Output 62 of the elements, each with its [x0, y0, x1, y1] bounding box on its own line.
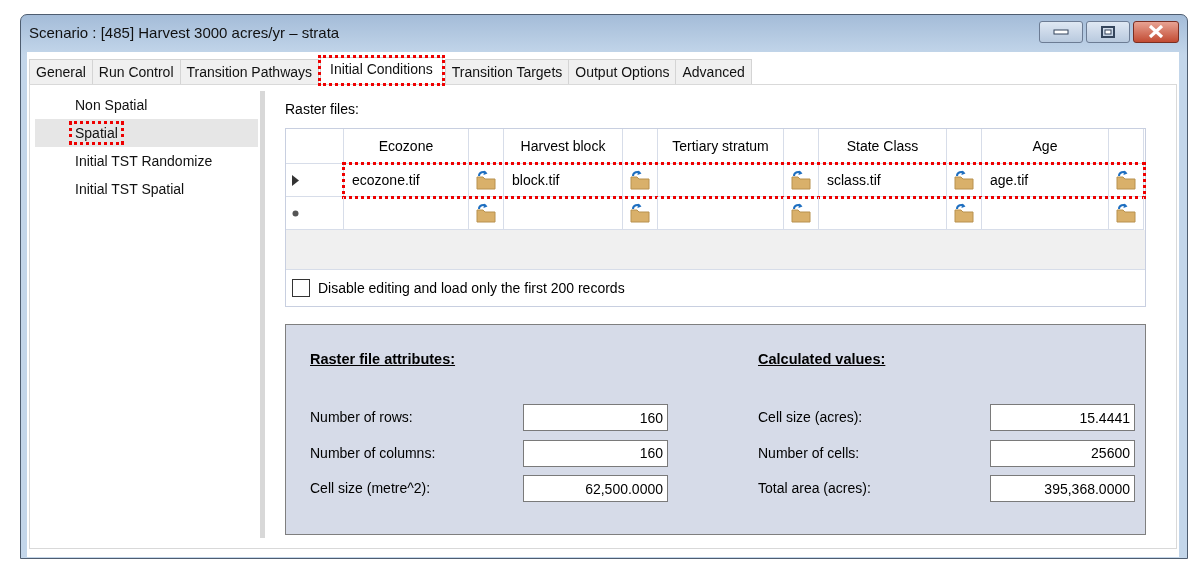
table-cell: sclass.tif	[819, 164, 947, 197]
tab[interactable]: Initial Conditions	[320, 57, 443, 84]
column-header: State Class	[819, 129, 947, 164]
field-label: Number of rows:	[310, 408, 414, 427]
sidebar-item[interactable]: Spatial	[35, 119, 258, 147]
input-field[interactable]: 160	[523, 439, 668, 467]
tab[interactable]: General	[29, 59, 93, 84]
checkbox[interactable]	[292, 279, 310, 297]
folder-arrow-icon[interactable]	[1115, 170, 1137, 190]
column-header: Harvest block	[504, 129, 623, 164]
tab[interactable]: Advanced	[675, 59, 752, 84]
table-cell	[947, 129, 982, 164]
group-title: Calculated values:	[758, 350, 886, 369]
sidebar-item[interactable]: Initial TST Randomize	[35, 147, 258, 175]
folder-arrow-icon[interactable]	[475, 203, 497, 223]
close-icon	[1148, 25, 1164, 38]
input-field[interactable]: 395,368.0000	[990, 475, 1135, 502]
corner-cell	[286, 129, 344, 164]
column-header: Tertiary stratum	[658, 129, 784, 164]
folder-arrow-icon[interactable]	[790, 170, 812, 190]
field-label: Number of columns:	[310, 443, 437, 463]
folder-arrow-icon[interactable]	[953, 170, 975, 190]
tab[interactable]: Run Control	[91, 59, 181, 84]
field-label: Cell size (metre^2):	[310, 479, 432, 498]
table-cell: age.tif	[982, 164, 1109, 197]
new-row-icon	[292, 209, 299, 217]
maximize-icon	[1101, 25, 1115, 38]
field-label: Number of cells:	[758, 443, 861, 463]
row-header[interactable]	[286, 164, 344, 197]
input-field[interactable]: 62,500.0000	[523, 475, 668, 502]
folder-arrow-icon[interactable]	[629, 203, 651, 223]
checkbox-label: Disable editing and load only the first 200 records	[318, 278, 625, 298]
table-cell	[784, 129, 819, 164]
minimize-button[interactable]	[1039, 20, 1083, 43]
tab[interactable]: Transition Pathways	[179, 59, 320, 84]
folder-arrow-icon[interactable]	[475, 170, 497, 190]
close-button[interactable]	[1133, 20, 1179, 43]
folder-arrow-icon[interactable]	[629, 170, 651, 190]
section-label: Raster files:	[285, 100, 359, 119]
table-cell: ecozone.tif	[344, 164, 469, 197]
minimize-icon	[1053, 28, 1069, 35]
folder-arrow-icon[interactable]	[790, 203, 812, 223]
sidebar-item[interactable]: Non Spatial	[35, 91, 258, 119]
input-field[interactable]: 160	[523, 404, 668, 431]
field-label: Cell size (acres):	[758, 408, 864, 427]
input-field[interactable]: 25600	[990, 439, 1135, 467]
folder-arrow-icon[interactable]	[953, 203, 975, 223]
maximize-button[interactable]	[1086, 20, 1130, 43]
column-header: Age	[982, 129, 1109, 164]
folder-arrow-icon[interactable]	[1115, 203, 1137, 223]
current-row-icon	[292, 174, 299, 186]
tab[interactable]: Transition Targets	[444, 59, 570, 84]
sidebar-item[interactable]: Initial TST Spatial	[35, 175, 258, 203]
table-cell	[1109, 129, 1144, 164]
group-title: Raster file attributes:	[310, 350, 456, 369]
window-title: Scenario : [485] Harvest 3000 acres/yr – strata	[29, 23, 340, 44]
table-cell: block.tif	[504, 164, 623, 197]
table-cell	[623, 129, 658, 164]
column-header: Ecozone	[344, 129, 469, 164]
tab[interactable]: Output Options	[568, 59, 677, 84]
field-label: Total area (acres):	[758, 479, 872, 498]
input-field[interactable]: 15.4441	[990, 404, 1135, 431]
